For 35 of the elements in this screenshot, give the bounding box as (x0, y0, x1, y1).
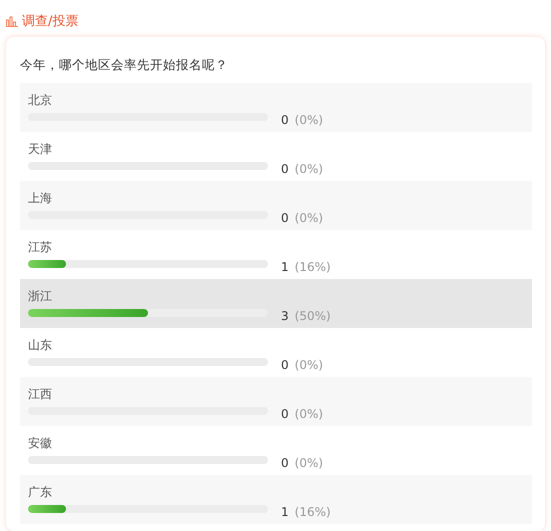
poll-question: 今年，哪个地区会率先开始报名呢？ (20, 57, 229, 74)
bar-chart-icon (6, 16, 18, 26)
vote-count: 3 (281, 309, 289, 323)
option-label: 北京 (28, 92, 53, 108)
poll-option[interactable]: 上海 0 (0%) (20, 181, 532, 230)
option-label: 山东 (28, 337, 53, 353)
vote-percent: (50%) (294, 309, 331, 323)
option-label: 江西 (28, 386, 53, 402)
option-label: 江苏 (28, 239, 53, 255)
poll-option[interactable]: 北京 0 (0%) (20, 83, 532, 132)
option-label: 上海 (28, 190, 53, 206)
vote-count: 1 (281, 505, 289, 519)
vote-percent: (0%) (294, 456, 324, 470)
option-label: 天津 (28, 141, 53, 157)
vote-count: 0 (281, 211, 289, 225)
vote-percent: (0%) (294, 407, 324, 421)
vote-percent: (0%) (294, 211, 324, 225)
vote-percent: (16%) (294, 505, 331, 519)
poll-option[interactable]: 浙江 3 (50%) (20, 279, 532, 328)
vote-percent: (0%) (294, 113, 324, 127)
vote-count: 0 (281, 456, 289, 470)
vote-percent: (0%) (294, 358, 324, 372)
option-label: 安徽 (28, 435, 53, 451)
vote-count: 1 (281, 260, 289, 274)
vote-percent: (16%) (294, 260, 331, 274)
vote-count: 0 (281, 162, 289, 176)
vote-count: 0 (281, 113, 289, 127)
vote-count: 0 (281, 407, 289, 421)
option-label: 浙江 (28, 288, 53, 304)
option-label: 广东 (28, 484, 53, 500)
vote-count: 0 (281, 358, 289, 372)
vote-percent: (0%) (294, 162, 324, 176)
poll-option[interactable]: 广东 1 (16%) (20, 475, 532, 524)
poll-option[interactable]: 江西 0 (0%) (20, 377, 532, 426)
section-title: 调查/投票 (22, 13, 78, 30)
